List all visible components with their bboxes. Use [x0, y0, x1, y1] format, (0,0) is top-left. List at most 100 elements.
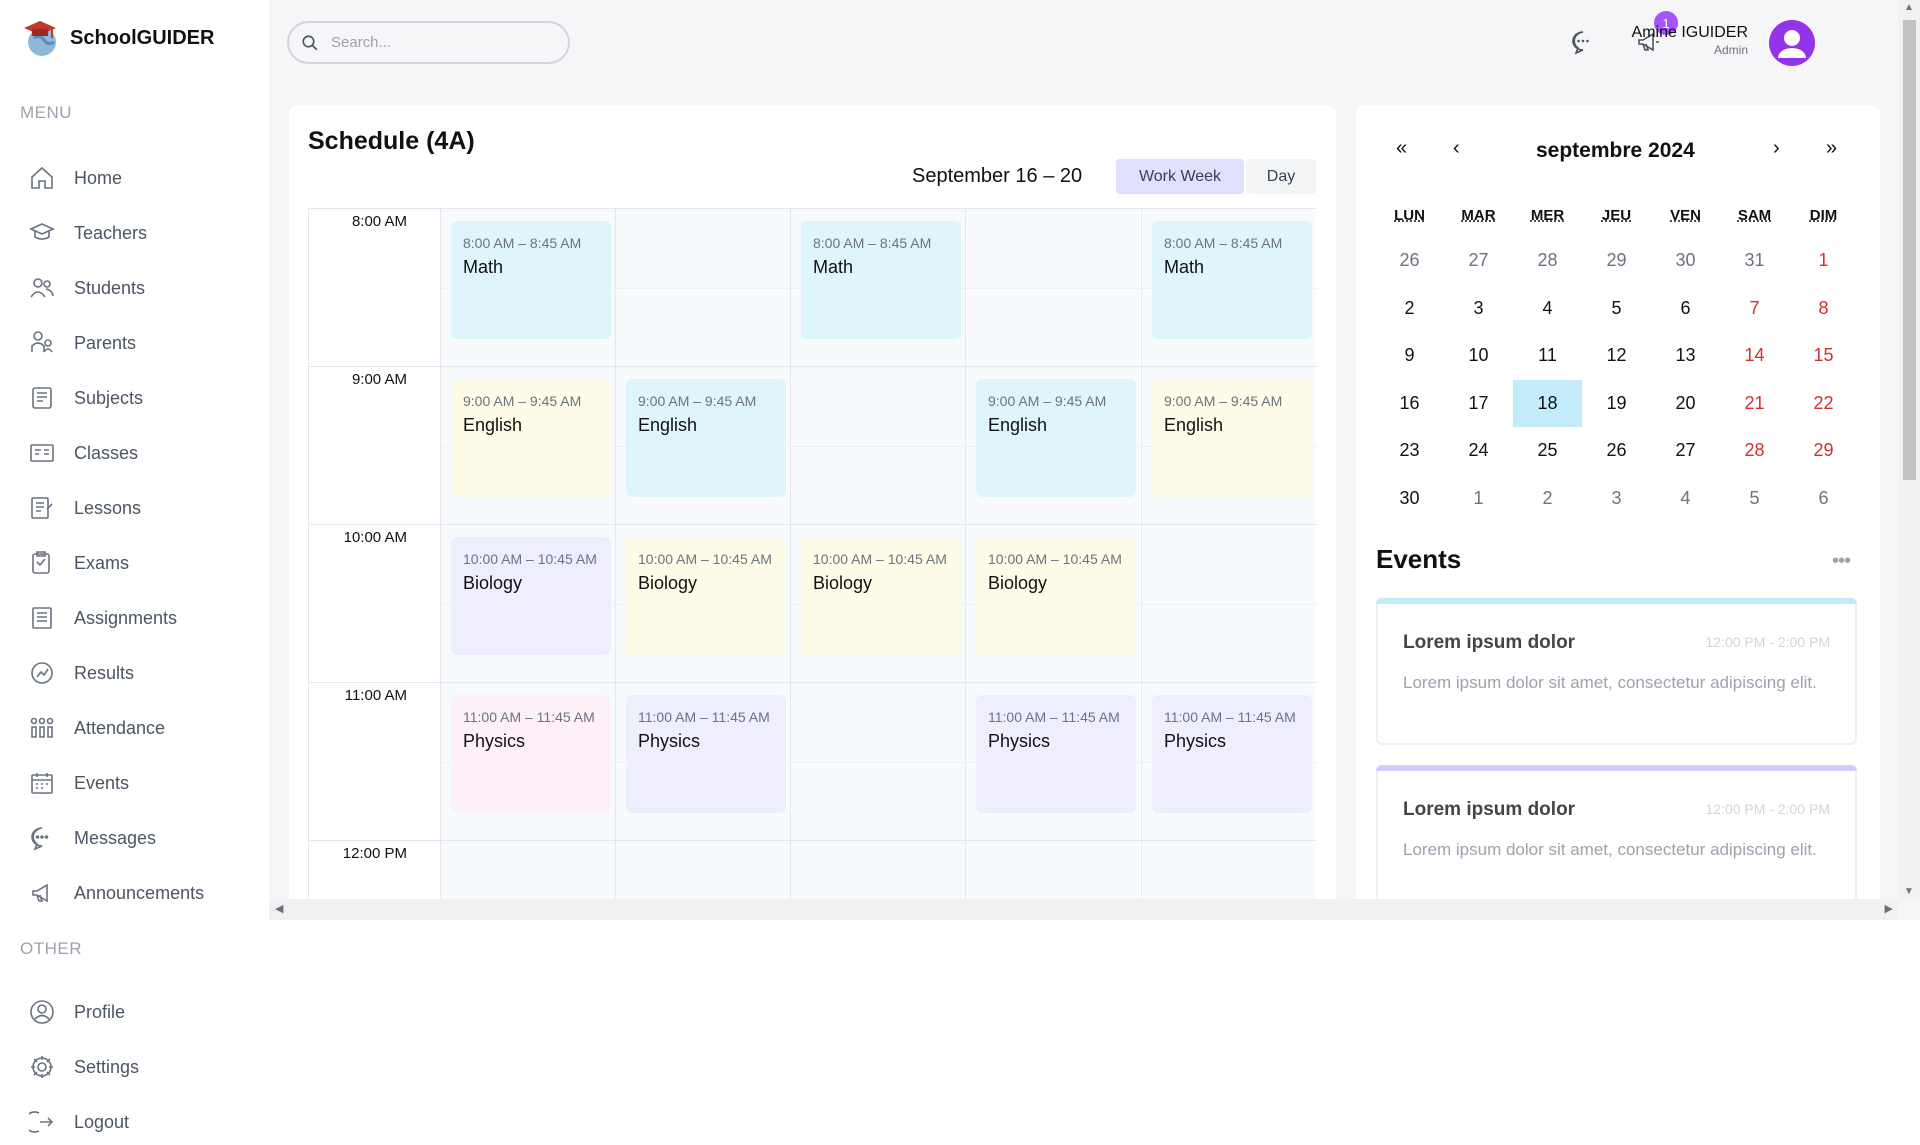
lesson-event-biology[interactable]: 10:00 AM – 10:45 AM Biology [626, 537, 786, 655]
sidebar-item-teachers[interactable]: Teachers [28, 213, 147, 253]
scroll-up-icon[interactable]: ▲ [1904, 2, 1914, 13]
sidebar-item-settings[interactable]: Settings [28, 1047, 139, 1087]
calendar-next-month-button[interactable]: › [1773, 137, 1780, 160]
sidebar-item-parents[interactable]: Parents [28, 323, 136, 363]
calendar-next-year-button[interactable]: » [1826, 137, 1837, 160]
event-card[interactable]: Lorem ipsum dolor 12:00 PM - 2:00 PM Lor… [1376, 765, 1857, 912]
calendar-day[interactable]: 27 [1651, 427, 1720, 474]
user-avatar[interactable] [1769, 20, 1815, 71]
events-more-button[interactable]: ••• [1832, 550, 1851, 573]
search-icon [302, 34, 318, 50]
scroll-right-icon[interactable]: ▶ [1885, 902, 1893, 915]
calendar-day[interactable]: 29 [1789, 427, 1858, 474]
sidebar-item-attendance[interactable]: Attendance [28, 708, 165, 748]
event-time: 12:00 PM - 2:00 PM [1705, 801, 1830, 817]
calendar-day[interactable]: 1 [1789, 237, 1858, 284]
calendar-prev-year-button[interactable]: « [1396, 137, 1407, 160]
app-logo[interactable]: SchoolGUIDER [20, 18, 214, 58]
calendar-day[interactable]: 3 [1582, 475, 1651, 522]
calendar-day[interactable]: 30 [1375, 475, 1444, 522]
calendar-day[interactable]: 26 [1582, 427, 1651, 474]
lesson-event-english[interactable]: 9:00 AM – 9:45 AM English [1152, 379, 1312, 497]
sidebar-item-events[interactable]: Events [28, 763, 129, 803]
scroll-left-icon[interactable]: ◀ [275, 902, 283, 915]
scroll-down-icon[interactable]: ▼ [1904, 886, 1914, 897]
calendar-day[interactable]: 5 [1720, 475, 1789, 522]
lesson-event-physics[interactable]: 11:00 AM – 11:45 AM Physics [626, 695, 786, 813]
sidebar-item-classes[interactable]: Classes [28, 433, 138, 473]
lesson-event-english[interactable]: 9:00 AM – 9:45 AM English [976, 379, 1136, 497]
sidebar-item-assignments[interactable]: Assignments [28, 598, 177, 638]
sidebar-item-subjects[interactable]: Subjects [28, 378, 143, 418]
calendar-day[interactable]: 2 [1375, 285, 1444, 332]
calendar-day[interactable]: 6 [1789, 475, 1858, 522]
messages-button[interactable] [1566, 25, 1600, 59]
calendar-day[interactable]: 22 [1789, 380, 1858, 427]
calendar-day[interactable]: 16 [1375, 380, 1444, 427]
calendar-day[interactable]: 19 [1582, 380, 1651, 427]
view-day-button[interactable]: Day [1246, 159, 1316, 194]
calendar-day[interactable]: 10 [1444, 332, 1513, 379]
vertical-scrollbar[interactable]: ▲ ▼ [1899, 0, 1920, 899]
calendar-day[interactable]: 8 [1789, 285, 1858, 332]
lesson-event-english[interactable]: 9:00 AM – 9:45 AM English [626, 379, 786, 497]
lesson-event-biology[interactable]: 10:00 AM – 10:45 AM Biology [451, 537, 611, 655]
calendar-day[interactable]: 28 [1513, 237, 1582, 284]
calendar-day[interactable]: 23 [1375, 427, 1444, 474]
calendar-day[interactable]: 31 [1720, 237, 1789, 284]
lesson-event-biology[interactable]: 10:00 AM – 10:45 AM Biology [976, 537, 1136, 655]
calendar-day[interactable]: 21 [1720, 380, 1789, 427]
sidebar-item-exams[interactable]: Exams [28, 543, 129, 583]
horizontal-scrollbar[interactable]: ◀ ▶ [269, 899, 1899, 920]
calendar-day[interactable]: 12 [1582, 332, 1651, 379]
calendar-day[interactable]: 2 [1513, 475, 1582, 522]
calendar-day[interactable]: 18 [1513, 379, 1582, 427]
event-card[interactable]: Lorem ipsum dolor 12:00 PM - 2:00 PM Lor… [1376, 598, 1857, 745]
calendar-day[interactable]: 26 [1375, 237, 1444, 284]
lesson-event-math[interactable]: 8:00 AM – 8:45 AM Math [451, 221, 611, 339]
search-bar[interactable] [287, 21, 570, 64]
sidebar-item-announcements[interactable]: Announcements [28, 873, 204, 913]
calendar-day[interactable]: 5 [1582, 285, 1651, 332]
sidebar-item-profile[interactable]: Profile [28, 992, 125, 1032]
sidebar-item-home[interactable]: Home [28, 158, 122, 198]
calendar-day[interactable]: 24 [1444, 427, 1513, 474]
calendar-day[interactable]: 4 [1513, 285, 1582, 332]
lesson-event-physics[interactable]: 11:00 AM – 11:45 AM Physics [1152, 695, 1312, 813]
calendar-day[interactable]: 17 [1444, 380, 1513, 427]
calendar-day[interactable]: 11 [1513, 332, 1582, 379]
calendar-day[interactable]: 28 [1720, 427, 1789, 474]
lesson-event-math[interactable]: 8:00 AM – 8:45 AM Math [801, 221, 961, 339]
calendar-prev-month-button[interactable]: ‹ [1453, 137, 1460, 160]
sidebar-item-logout[interactable]: Logout [28, 1102, 129, 1142]
sidebar-item-students[interactable]: Students [28, 268, 145, 308]
calendar-day[interactable]: 29 [1582, 237, 1651, 284]
calendar-month-label[interactable]: septembre 2024 [1536, 139, 1695, 163]
calendar-day[interactable]: 4 [1651, 475, 1720, 522]
calendar-day[interactable]: 3 [1444, 285, 1513, 332]
calendar-day[interactable]: 27 [1444, 237, 1513, 284]
view-work-week-button[interactable]: Work Week [1116, 159, 1244, 194]
calendar-day[interactable]: 6 [1651, 285, 1720, 332]
lesson-event-physics[interactable]: 11:00 AM – 11:45 AM Physics [451, 695, 611, 813]
lesson-event-biology[interactable]: 10:00 AM – 10:45 AM Biology [801, 537, 961, 655]
calendar-day[interactable]: 15 [1789, 332, 1858, 379]
calendar-day[interactable]: 7 [1720, 285, 1789, 332]
lesson-time: 10:00 AM – 10:45 AM [463, 551, 597, 567]
search-input[interactable] [331, 34, 551, 51]
scroll-thumb[interactable] [1903, 20, 1916, 480]
calendar-day[interactable]: 30 [1651, 237, 1720, 284]
calendar-day[interactable]: 20 [1651, 380, 1720, 427]
lesson-event-physics[interactable]: 11:00 AM – 11:45 AM Physics [976, 695, 1136, 813]
lesson-event-math[interactable]: 8:00 AM – 8:45 AM Math [1152, 221, 1312, 339]
calendar-day[interactable]: 25 [1513, 427, 1582, 474]
calendar-day[interactable]: 14 [1720, 332, 1789, 379]
sidebar-item-results[interactable]: Results [28, 653, 134, 693]
sidebar-item-lessons[interactable]: Lessons [28, 488, 141, 528]
lesson-event-english[interactable]: 9:00 AM – 9:45 AM English [451, 379, 611, 497]
calendar-day[interactable]: 1 [1444, 475, 1513, 522]
sidebar-item-messages[interactable]: Messages [28, 818, 156, 858]
calendar-day[interactable]: 13 [1651, 332, 1720, 379]
calendar-day[interactable]: 9 [1375, 332, 1444, 379]
lesson-subject: Math [813, 257, 854, 277]
